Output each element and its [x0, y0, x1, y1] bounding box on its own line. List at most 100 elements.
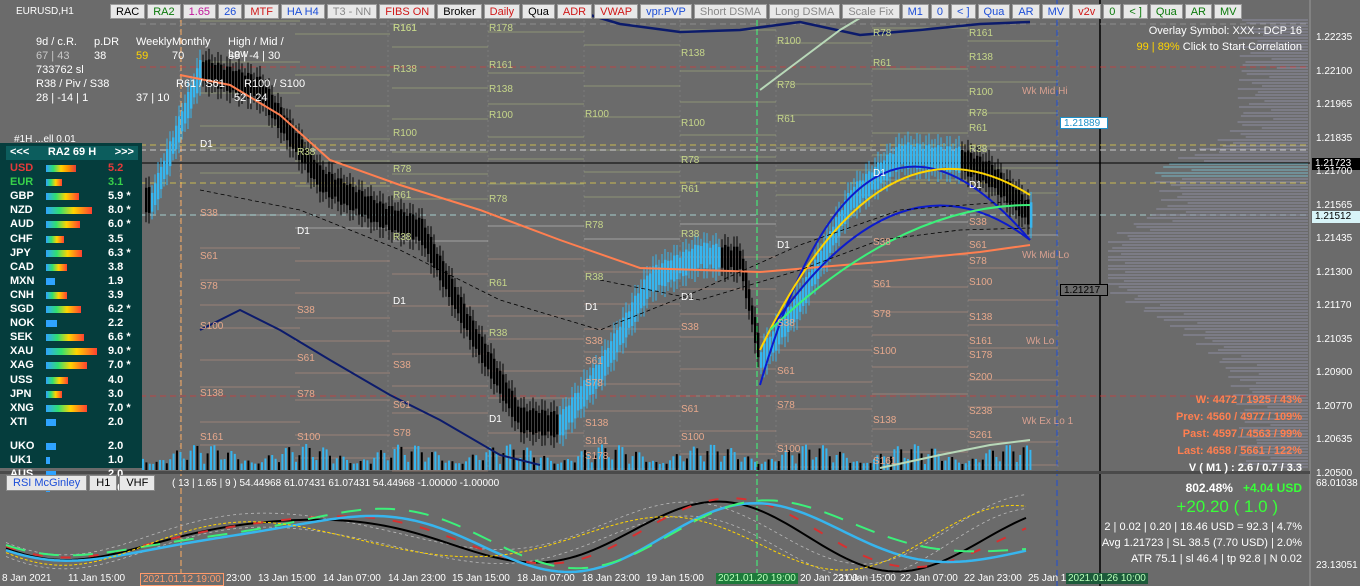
candle-body: [694, 244, 697, 272]
panel-prev-button[interactable]: <<<: [10, 146, 29, 160]
volume-bar: [420, 452, 423, 470]
time-axis-label: 21 Jan 15:00: [838, 573, 896, 584]
toolbar-button-rac[interactable]: RAC: [110, 4, 146, 19]
candle-body: [547, 415, 550, 432]
volume-bar: [954, 459, 957, 470]
rsi-tab-h1[interactable]: H1: [89, 475, 118, 491]
currency-row-nzd: NZD 8.0 *: [10, 204, 138, 218]
candle-body: [559, 414, 562, 436]
toolbar-button-fibs-on[interactable]: FIBS ON: [379, 4, 436, 19]
volume-bar: [352, 463, 355, 470]
volume-bar: [852, 461, 855, 470]
candle-body: [697, 245, 700, 268]
toolbar-button-ra2[interactable]: RA2: [147, 4, 181, 19]
price-axis-label: 1.20770: [1316, 400, 1353, 412]
candle-body: [703, 242, 706, 269]
toolbar-button-m1[interactable]: M1: [901, 4, 929, 19]
fib-label-s61: S61: [200, 251, 218, 262]
volume-bar: [624, 454, 627, 470]
currency-name: GBP: [10, 190, 34, 203]
candle-body: [355, 192, 358, 209]
price-axis-label: 1.21300: [1316, 266, 1353, 278]
rsi-tab-rsi-mcginley[interactable]: RSI McGinley: [6, 475, 88, 491]
time-axis-label: 13 Jan 15:00: [258, 573, 316, 584]
candle-body: [730, 250, 733, 268]
fib-label-r138: R138: [969, 52, 993, 63]
stats-cell: 9d / c.R.: [36, 36, 77, 48]
time-axis-label: 19 Jan 15:00: [646, 573, 704, 584]
toolbar-button-broker[interactable]: Broker: [437, 4, 482, 19]
toolbar-button-1-65[interactable]: 1.65: [182, 4, 217, 19]
time-marker-tag: 2021.01.26 10:00: [1066, 573, 1148, 584]
panel-next-button[interactable]: >>>: [115, 146, 134, 160]
candle-body: [1018, 189, 1021, 217]
candle-body: [316, 163, 319, 185]
fib-label-d1: D1: [873, 168, 886, 179]
toolbar-button-mv[interactable]: MV: [1213, 4, 1243, 19]
price-axis-label: 1.21835: [1316, 132, 1353, 144]
volume-bar: [794, 463, 797, 470]
toolbar-button-ha-h4[interactable]: HA H4: [280, 4, 325, 19]
toolbar-button-26[interactable]: 26: [218, 4, 243, 19]
volume-bar: [900, 449, 903, 470]
volume-bar: [244, 460, 246, 470]
toolbar-button-long-dsma[interactable]: Long DSMA: [769, 4, 841, 19]
rsi-blue-line: [5, 501, 1027, 574]
toolbar-button-scale-fix[interactable]: Scale Fix: [842, 4, 900, 19]
candle-body: [292, 127, 295, 149]
toolbar-button-0[interactable]: 0: [1103, 4, 1122, 19]
currency-panel-header: <<< RA2 69 H >>>: [6, 146, 138, 160]
volume-bar: [1005, 445, 1008, 470]
currency-row-uk1: UK1 1.0: [10, 454, 138, 468]
volume-bar: [1026, 445, 1028, 470]
toolbar-button-[interactable]: < ]: [1123, 4, 1148, 19]
volume-bar: [992, 450, 994, 470]
candle-body: [604, 349, 607, 376]
correlation-link[interactable]: 99 | 89% Click to Start Correlation: [1136, 41, 1302, 53]
currency-strength-bar: [46, 306, 81, 313]
toolbar-button-ar[interactable]: AR: [1012, 4, 1040, 19]
volume-bar: [842, 453, 845, 470]
toolbar-button-adr[interactable]: ADR: [556, 4, 593, 19]
toolbar-button-mv[interactable]: MV: [1041, 4, 1071, 19]
time-marker-tag: 2021.01.20 19:00: [716, 573, 798, 584]
currency-name: CAD: [10, 260, 34, 273]
toolbar-button-t3-nn[interactable]: T3 - NN: [326, 4, 378, 19]
candle-body: [634, 295, 637, 322]
toolbar-button-vwap[interactable]: VWAP: [594, 4, 639, 19]
toolbar-button-short-dsma[interactable]: Short DSMA: [693, 4, 768, 19]
currency-strength-bar: [46, 193, 79, 201]
toolbar-button-daily[interactable]: Daily: [483, 4, 521, 19]
volume-bar: [152, 463, 155, 470]
toolbar-button-0[interactable]: 0: [930, 4, 949, 19]
currency-row-cad: CAD 3.8: [10, 261, 138, 275]
volume-bar: [747, 456, 750, 470]
toolbar-button-[interactable]: < ]: [950, 4, 976, 19]
volume-bar: [971, 458, 974, 470]
toolbar-button-vpr-pvp[interactable]: vpr.PVP: [640, 4, 692, 19]
toolbar-button-ar[interactable]: AR: [1184, 4, 1212, 19]
stat-line: Last: 4658 / 5661 / 122%: [1177, 445, 1302, 457]
toolbar-button-qua[interactable]: Qua: [977, 4, 1011, 19]
toolbar-button-v2v[interactable]: v2v: [1072, 4, 1102, 19]
toolbar-button-qua[interactable]: Qua: [1149, 4, 1183, 19]
fib-label-s161: S161: [873, 456, 897, 467]
candle-body: [382, 203, 385, 228]
toolbar-button-mtf[interactable]: MTF: [244, 4, 279, 19]
rsi-tab-vhf[interactable]: VHF: [119, 475, 156, 491]
candle-body: [685, 249, 688, 276]
volume-bar: [560, 462, 563, 470]
fib-label-s38: S38: [585, 336, 603, 347]
toolbar-button-qua[interactable]: Qua: [522, 4, 555, 19]
candle-body: [889, 152, 892, 177]
volume-bar: [791, 455, 794, 470]
candle-body: [580, 386, 583, 409]
candle-body: [340, 178, 343, 205]
candle-body: [664, 259, 667, 287]
volume-bar: [866, 462, 869, 470]
volume-bar: [342, 456, 345, 470]
currency-name: XAG: [10, 359, 34, 372]
candle-body: [937, 144, 940, 172]
candle-body: [439, 255, 442, 281]
volume-bar: [179, 452, 182, 470]
